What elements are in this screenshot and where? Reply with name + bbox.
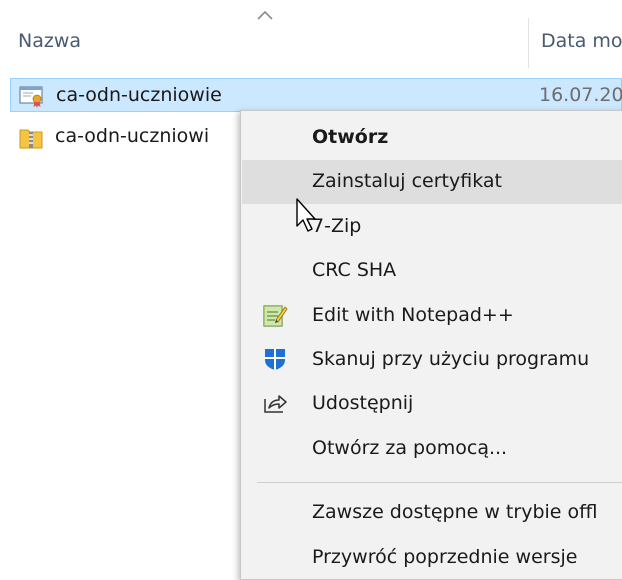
windows-defender-shield-icon (265, 349, 285, 370)
column-header-name[interactable]: Nazwa (18, 30, 81, 52)
column-header-date[interactable]: Data mo (541, 30, 622, 52)
menu-item-share[interactable]: Udostępnij (242, 382, 622, 426)
menu-item-always-offline[interactable]: Zawsze dostępne w trybie offl (242, 491, 622, 535)
file-name: ca-odn-uczniowi (55, 125, 210, 147)
menu-item-label: Zawsze dostępne w trybie offl (312, 501, 598, 523)
menu-item-crc-sha[interactable]: CRC SHA (242, 249, 622, 293)
context-menu: Otwórz Zainstaluj certyfikat 7-Zip CRC S… (240, 110, 622, 580)
column-header-bar: Nazwa Data mo (0, 0, 622, 70)
column-divider[interactable] (528, 18, 529, 68)
menu-item-edit-notepad[interactable]: Edit with Notepad++ (242, 294, 622, 338)
menu-item-label: Edit with Notepad++ (312, 304, 514, 326)
menu-item-open[interactable]: Otwórz (242, 116, 622, 160)
mouse-pointer-icon (296, 198, 316, 232)
file-name: ca-odn-uczniowie (56, 84, 222, 106)
zip-folder-icon (19, 129, 43, 149)
certificate-icon (19, 86, 43, 108)
menu-item-label: Otwórz za pomocą... (312, 437, 508, 459)
menu-item-label: Zainstaluj certyfikat (312, 170, 502, 192)
menu-item-label: CRC SHA (312, 259, 397, 281)
file-date: 16.07.20 (539, 84, 622, 106)
menu-item-label: Przywróć poprzednie wersje (312, 546, 578, 568)
menu-item-label: Skanuj przy użyciu programu (312, 348, 590, 370)
menu-separator (257, 482, 622, 483)
menu-item-label: Udostępnij (312, 392, 414, 414)
sort-ascending-icon[interactable] (255, 8, 275, 22)
share-icon (264, 395, 287, 413)
menu-item-scan-defender[interactable]: Skanuj przy użyciu programu (242, 338, 622, 382)
menu-item-open-with[interactable]: Otwórz za pomocą... (242, 427, 622, 471)
notepad-plus-plus-icon (263, 305, 288, 327)
menu-item-restore-versions[interactable]: Przywróć poprzednie wersje (242, 536, 622, 580)
file-row-certificate[interactable]: ca-odn-uczniowie 16.07.20 (10, 78, 622, 112)
menu-item-label: Otwórz (312, 126, 389, 148)
